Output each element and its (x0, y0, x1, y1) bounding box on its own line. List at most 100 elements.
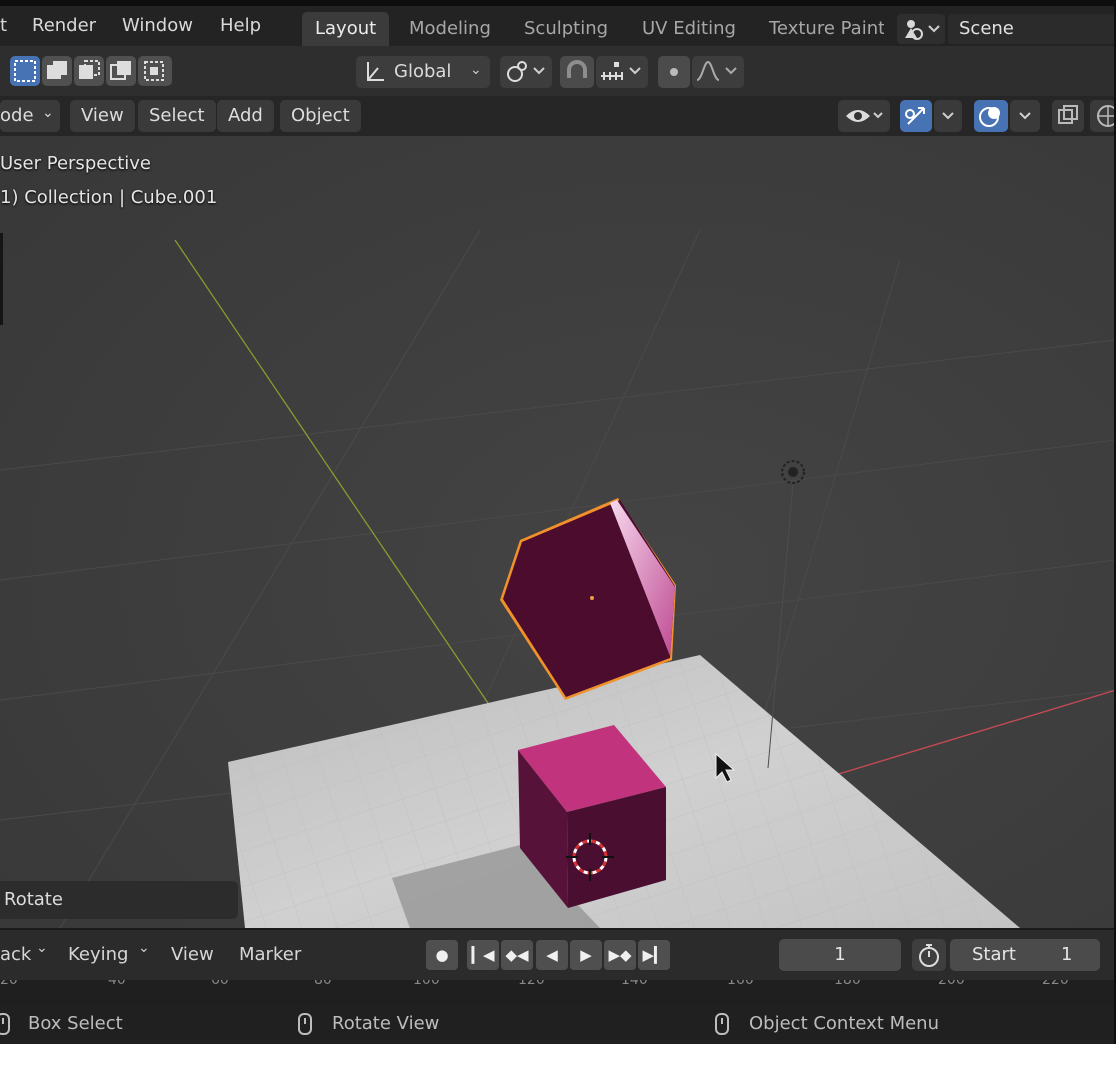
viewport-header: ode ⌄ View Select Add Object (0, 96, 1116, 136)
mouse-right-icon (715, 1013, 729, 1035)
menu-playback[interactable]: ack (0, 940, 31, 970)
ruler-number: 120 (518, 980, 545, 988)
menu-add[interactable]: Add (217, 100, 274, 132)
jump-start-icon[interactable]: ▎◀ (467, 940, 499, 970)
select-box-icon[interactable] (10, 56, 40, 86)
overlay-icon (979, 107, 1000, 127)
ruler-number: 20 (0, 980, 18, 988)
status-box-select: Box Select (28, 1013, 123, 1034)
blender-window: t Render Window Help Layout Modeling Scu… (0, 0, 1116, 1044)
proportional-edit-icon (670, 68, 678, 76)
tool-header: Global ⌄ (0, 46, 1116, 96)
gizmo-toggle[interactable] (900, 100, 932, 132)
current-frame-field[interactable]: 1 (779, 939, 901, 971)
chevron-down-icon: ⌄ (36, 940, 48, 956)
menu-help[interactable]: Help (220, 12, 261, 40)
play-reverse-icon[interactable]: ◀ (536, 940, 568, 970)
pivot-point-icon (507, 61, 545, 82)
status-bar: Box Select Rotate View Object Context Me… (0, 1004, 1116, 1044)
gizmo-dropdown[interactable] (934, 100, 962, 132)
select-extend-icon[interactable] (42, 56, 72, 86)
ruler-number: 140 (621, 980, 648, 988)
jump-end-icon[interactable]: ▶▎ (638, 940, 670, 970)
ruler-number: 40 (108, 980, 126, 988)
menu-select[interactable]: Select (138, 100, 216, 132)
scene-selector[interactable] (897, 14, 945, 44)
transform-orientation-dropdown[interactable]: Global ⌄ (356, 56, 490, 88)
status-context-menu: Object Context Menu (749, 1013, 940, 1034)
pivot-point-dropdown[interactable] (500, 56, 552, 88)
mouse-middle-icon (298, 1013, 312, 1035)
chevron-down-icon: ⌄ (42, 105, 54, 121)
start-value: 1 (1061, 944, 1073, 965)
chevron-down-icon (1019, 112, 1031, 120)
visibility-eye-icon (846, 110, 883, 122)
ruler-number: 60 (211, 980, 229, 988)
snap-toggle[interactable] (560, 56, 594, 88)
tab-sculpting[interactable]: Sculpting (511, 12, 621, 46)
menu-timeline-view[interactable]: View (171, 940, 214, 970)
chevron-down-icon (942, 112, 954, 120)
falloff-curve-icon (696, 60, 737, 81)
tab-modeling[interactable]: Modeling (396, 12, 504, 46)
visibility-dropdown[interactable] (838, 100, 890, 132)
ruler-number: 160 (727, 980, 754, 988)
auto-keying-toggle[interactable] (912, 939, 946, 971)
sidebar-edge (0, 233, 3, 325)
snap-increment-icon (601, 62, 641, 80)
snap-target-dropdown[interactable] (596, 56, 648, 88)
xray-toggle[interactable] (1052, 100, 1084, 132)
select-difference-icon[interactable] (106, 56, 136, 86)
select-intersect-icon[interactable] (138, 56, 172, 86)
view-perspective-label: User Perspective (0, 153, 151, 174)
ruler-number: 100 (413, 980, 440, 988)
shading-wire-button[interactable] (1090, 100, 1116, 132)
chevron-down-icon: ⌄ (470, 62, 482, 78)
chevron-down-icon: ⌄ (138, 940, 150, 956)
play-icon[interactable]: ▶ (570, 940, 602, 970)
menu-view[interactable]: View (70, 100, 135, 132)
record-icon[interactable]: ● (426, 940, 458, 970)
ruler-number: 180 (834, 980, 861, 988)
shading-wire-icon (1097, 105, 1116, 127)
scene-icon (905, 20, 940, 40)
menu-render[interactable]: Render (32, 12, 96, 40)
tab-layout[interactable]: Layout (302, 12, 390, 46)
status-rotate-view: Rotate View (332, 1013, 440, 1034)
mouse-left-icon (0, 1013, 10, 1035)
start-label: Start (972, 944, 1016, 965)
ruler-number: 200 (938, 980, 965, 988)
menu-keying[interactable]: Keying (68, 940, 128, 970)
overlay-dropdown[interactable] (1010, 100, 1040, 132)
proportional-falloff-dropdown[interactable] (692, 56, 744, 88)
last-operator-panel[interactable]: Rotate (0, 881, 238, 919)
top-menu-bar: t Render Window Help Layout Modeling Scu… (0, 6, 1116, 46)
tab-uv-editing[interactable]: UV Editing (629, 12, 749, 46)
timeline-ruler[interactable]: 20 40 60 80 100 120 140 160 180 200 220 (0, 980, 1116, 1004)
last-operator-label: Rotate (4, 889, 63, 910)
orientation-label: Global (394, 61, 452, 82)
prev-keyframe-icon[interactable]: ◆◀ (501, 940, 533, 970)
timeline-header: ack ⌄ Keying ⌄ View Marker ● ▎◀ ◆◀ ◀ ▶ ▶… (0, 928, 1116, 982)
next-keyframe-icon[interactable]: ▶◆ (604, 940, 636, 970)
mode-dropdown[interactable]: ode ⌄ (0, 100, 60, 132)
gizmo-icon (905, 107, 925, 125)
menu-window[interactable]: Window (122, 12, 193, 40)
menu-marker[interactable]: Marker (239, 940, 301, 970)
start-frame-field[interactable]: Start 1 (950, 939, 1100, 971)
scene-name-field[interactable]: Scene (948, 14, 1116, 44)
xray-icon (1058, 105, 1078, 124)
mode-label: ode (0, 105, 34, 126)
overlay-toggle[interactable] (974, 100, 1008, 132)
3d-viewport[interactable] (0, 136, 1116, 928)
ruler-number: 220 (1042, 980, 1069, 988)
snap-magnet-icon (567, 60, 587, 78)
stopwatch-icon (919, 944, 939, 967)
tab-texture-paint[interactable]: Texture Paint (756, 12, 884, 46)
select-subtract-icon[interactable] (74, 56, 104, 86)
collection-info-label: 1) Collection | Cube.001 (0, 187, 218, 208)
menu-object[interactable]: Object (280, 100, 361, 132)
orientation-axes-icon (367, 62, 384, 81)
proportional-edit-toggle[interactable] (658, 56, 690, 88)
menu-edit[interactable]: t (0, 12, 7, 40)
